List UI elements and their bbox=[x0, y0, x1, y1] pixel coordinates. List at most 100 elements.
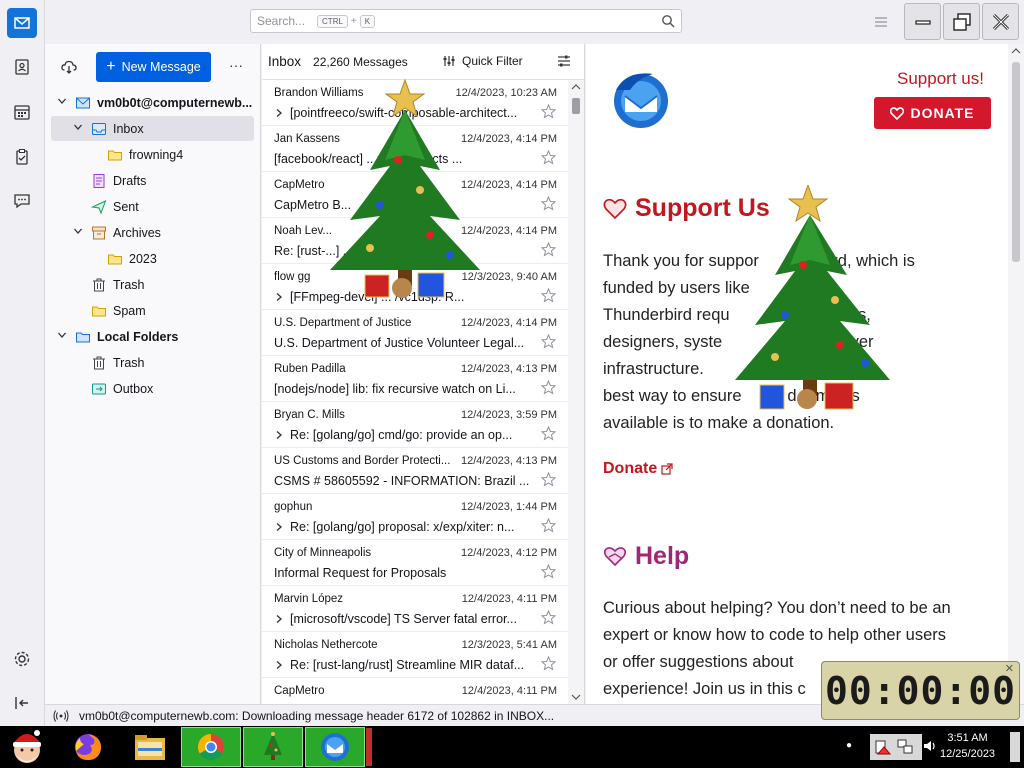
folder-item[interactable]: Trash bbox=[51, 272, 254, 297]
timer-close-icon[interactable]: ✕ bbox=[1005, 662, 1015, 675]
trash-icon bbox=[91, 277, 107, 293]
folder-item[interactable]: vm0b0t@computernewb... bbox=[51, 90, 254, 115]
thread-chevron-icon[interactable] bbox=[274, 520, 290, 534]
folder-item[interactable]: Outbox bbox=[51, 376, 254, 401]
folder-item[interactable]: Inbox bbox=[51, 116, 254, 141]
star-icon[interactable] bbox=[540, 241, 557, 260]
chevron-down-icon[interactable] bbox=[71, 226, 85, 239]
message-row[interactable]: Ruben Padilla 12/4/2023, 4:13 PM [nodejs/n… bbox=[262, 356, 569, 402]
folder-label: vm0b0t@computernewb... bbox=[97, 95, 253, 110]
mail-space-button[interactable] bbox=[7, 8, 37, 38]
content-scroll-up-icon bbox=[1011, 48, 1021, 54]
message-row[interactable]: gophun 12/4/2023, 1:44 PM Re: [golang/go] … bbox=[262, 494, 569, 540]
thread-chevron-icon[interactable] bbox=[274, 428, 290, 442]
chevron-down-icon[interactable] bbox=[55, 330, 69, 343]
message-list-scrollbar[interactable] bbox=[568, 80, 584, 704]
file-explorer-taskbar-button[interactable] bbox=[128, 728, 172, 766]
message-date: 12/4/2023, 4:13 PM bbox=[460, 455, 557, 467]
network-warning-icon[interactable] bbox=[874, 738, 892, 756]
chevron-down-icon[interactable] bbox=[71, 122, 85, 135]
folder-item[interactable]: 2023 bbox=[51, 246, 254, 271]
support-us-link[interactable]: Support us! bbox=[897, 69, 984, 89]
new-message-button[interactable]: + New Message bbox=[96, 52, 211, 82]
message-row[interactable]: U.S. Department of Justice 12/4/2023, 4:1… bbox=[262, 310, 569, 356]
folder-item[interactable]: Spam bbox=[51, 298, 254, 323]
message-subject-line: [nodejs/node] lib: fix recursive watch o… bbox=[274, 382, 532, 396]
inbox-icon bbox=[91, 121, 107, 137]
folder-label: Spam bbox=[113, 303, 146, 318]
start-button[interactable] bbox=[4, 728, 50, 766]
thread-chevron-icon[interactable] bbox=[274, 658, 290, 672]
star-icon[interactable] bbox=[540, 517, 557, 536]
folder-item[interactable]: frowning4 bbox=[51, 142, 254, 167]
message-subject-line: Re: [golang/go] proposal: x/exp/xiter: n… bbox=[274, 520, 532, 534]
settings-button[interactable] bbox=[13, 650, 31, 671]
folder-item[interactable]: Local Folders bbox=[51, 324, 254, 349]
quick-filter-button[interactable]: Quick Filter bbox=[442, 54, 523, 68]
star-icon[interactable] bbox=[540, 471, 557, 490]
chat-button[interactable] bbox=[7, 186, 37, 216]
star-icon[interactable] bbox=[540, 103, 557, 122]
folder-pane-more-button[interactable]: ··· bbox=[229, 57, 243, 73]
global-search-input[interactable]: Search... CTRL + K bbox=[250, 9, 682, 33]
star-icon[interactable] bbox=[540, 195, 557, 214]
tasks-button[interactable] bbox=[7, 142, 37, 172]
folder-item[interactable]: Drafts bbox=[51, 168, 254, 193]
christmas-tree-app-taskbar-button[interactable] bbox=[243, 727, 303, 767]
content-scrollbar[interactable] bbox=[1008, 44, 1024, 704]
message-row[interactable]: Nicholas Nethercote 12/3/2023, 5:41 AM Re:… bbox=[262, 632, 569, 678]
folder-item[interactable]: Sent bbox=[51, 194, 254, 219]
star-icon[interactable] bbox=[540, 287, 557, 306]
star-icon[interactable] bbox=[540, 379, 557, 398]
restore-button[interactable] bbox=[943, 3, 980, 40]
message-row[interactable]: CapMetro 12/4/2023, 4:11 PM bbox=[262, 678, 569, 704]
online-status-icon[interactable] bbox=[53, 709, 69, 723]
chrome-taskbar-button[interactable] bbox=[181, 727, 241, 767]
show-desktop-button[interactable] bbox=[1010, 732, 1020, 762]
message-row[interactable]: Marvin López 12/4/2023, 4:11 PM [microsoft… bbox=[262, 586, 569, 632]
volume-icon[interactable] bbox=[922, 738, 938, 754]
content-scroll-thumb[interactable] bbox=[1012, 62, 1020, 262]
folder-item[interactable]: Archives bbox=[51, 220, 254, 245]
message-row[interactable]: US Customs and Border Protecti... 12/4/20… bbox=[262, 448, 569, 494]
network-icon[interactable] bbox=[896, 738, 914, 756]
donate-button[interactable]: DONATE bbox=[874, 97, 991, 129]
minimize-button[interactable] bbox=[904, 3, 941, 40]
message-sender: US Customs and Border Protecti... bbox=[274, 455, 451, 467]
message-row[interactable]: Bryan C. Mills 12/4/2023, 3:59 PM Re: [gol… bbox=[262, 402, 569, 448]
star-icon[interactable] bbox=[540, 609, 557, 628]
thread-chevron-icon[interactable] bbox=[274, 612, 290, 626]
countdown-timer-widget[interactable]: 00:00:00 ✕ bbox=[821, 661, 1020, 720]
star-icon[interactable] bbox=[540, 333, 557, 352]
address-book-button[interactable] bbox=[7, 52, 37, 82]
list-display-options-button[interactable] bbox=[556, 53, 572, 72]
taskbar-clock[interactable]: 3:51 AM 12/25/2023 bbox=[940, 730, 995, 762]
star-icon[interactable] bbox=[540, 425, 557, 444]
folder-label: Outbox bbox=[113, 381, 154, 396]
shortcut-plus: + bbox=[350, 15, 357, 27]
message-date: 12/4/2023, 4:11 PM bbox=[461, 593, 557, 605]
message-subject: Re: [golang/go] cmd/go: provide an op... bbox=[290, 428, 513, 442]
folder-item[interactable]: Trash bbox=[51, 350, 254, 375]
chevron-down-icon[interactable] bbox=[55, 96, 69, 109]
message-row[interactable]: City of Minneapolis 12/4/2023, 4:12 PM Inf… bbox=[262, 540, 569, 586]
close-window-button[interactable] bbox=[982, 3, 1019, 40]
donate-link[interactable]: Donate bbox=[603, 460, 673, 478]
firefox-taskbar-button[interactable] bbox=[66, 728, 110, 766]
message-subject-line: U.S. Department of Justice Volunteer Leg… bbox=[274, 336, 532, 350]
local-folders-icon bbox=[75, 329, 91, 345]
star-icon[interactable] bbox=[540, 655, 557, 674]
helping-hands-icon bbox=[603, 546, 627, 566]
thunderbird-taskbar-button[interactable] bbox=[305, 727, 365, 767]
collapse-spaces-button[interactable] bbox=[13, 694, 31, 715]
new-message-label: New Message bbox=[121, 60, 201, 74]
app-menu-button[interactable] bbox=[871, 12, 891, 32]
message-sender: City of Minneapolis bbox=[274, 547, 372, 559]
thread-chevron-icon[interactable] bbox=[274, 106, 290, 120]
calendar-button[interactable] bbox=[7, 97, 37, 127]
thread-chevron-icon[interactable] bbox=[274, 290, 290, 304]
star-icon[interactable] bbox=[540, 149, 557, 168]
get-messages-button[interactable] bbox=[60, 58, 78, 79]
star-icon[interactable] bbox=[540, 563, 557, 582]
message-list-scroll-thumb[interactable] bbox=[572, 98, 580, 114]
